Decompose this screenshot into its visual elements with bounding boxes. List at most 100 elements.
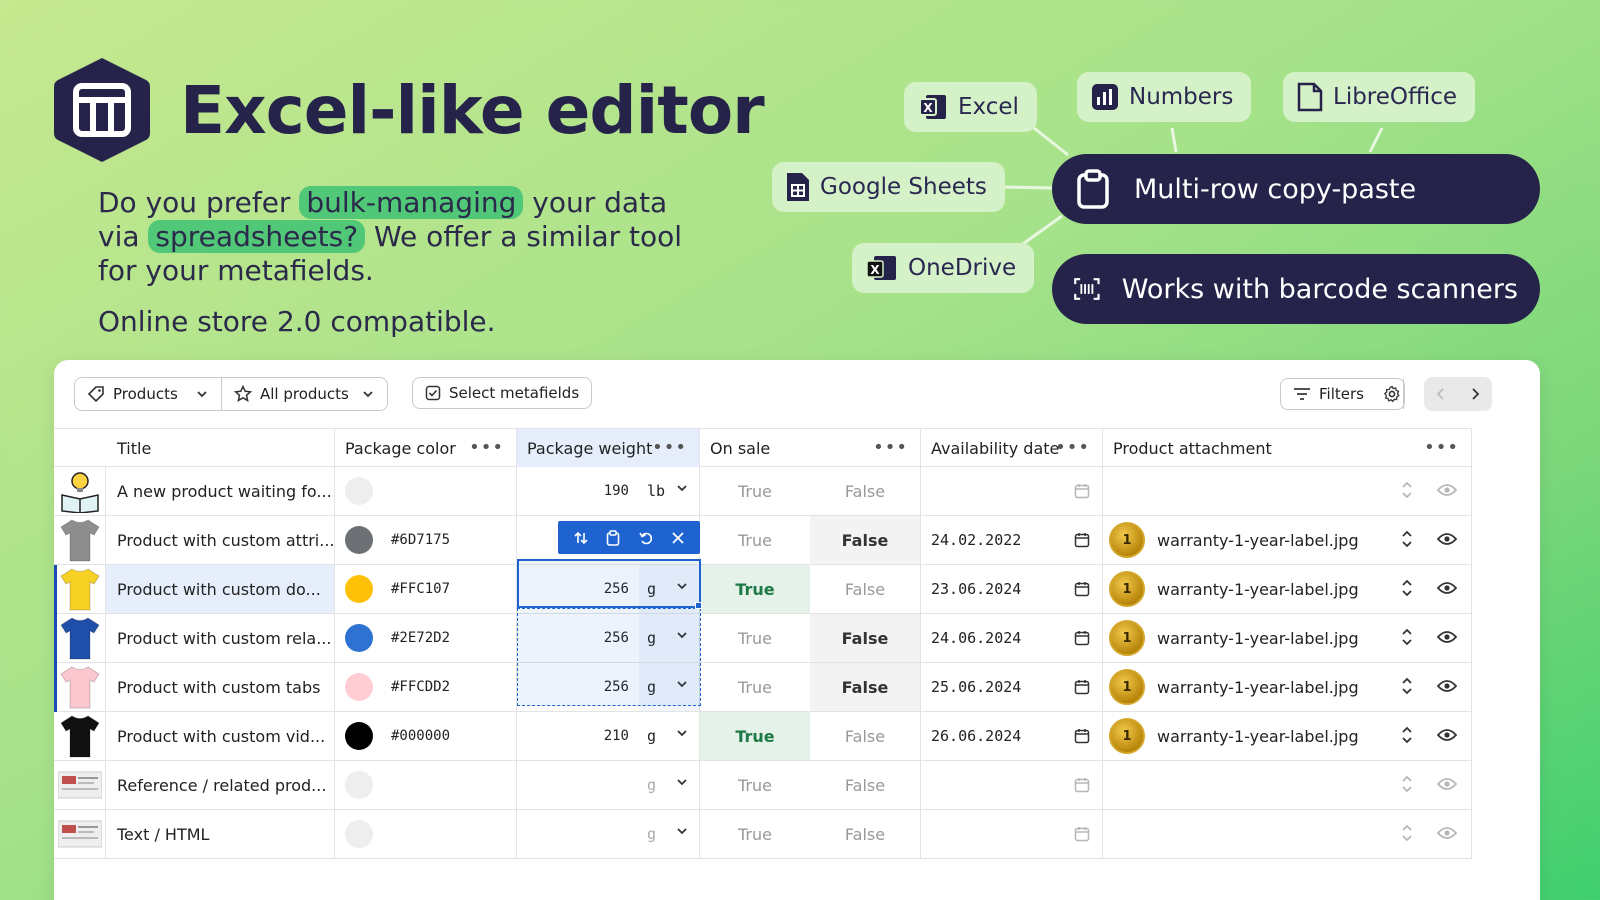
- weight-cell[interactable]: g: [517, 810, 700, 858]
- sale-true-option[interactable]: True: [700, 565, 810, 613]
- eye-icon[interactable]: [1437, 826, 1457, 840]
- date-cell[interactable]: 25.06.2024: [921, 663, 1103, 711]
- weight-cell[interactable]: g: [517, 761, 700, 809]
- col-package-weight[interactable]: Package weight •••: [517, 429, 700, 467]
- sale-true-option[interactable]: True: [700, 614, 810, 662]
- weight-cell[interactable]: 190 lb: [517, 467, 700, 515]
- eye-icon[interactable]: [1437, 581, 1457, 595]
- sale-true-option[interactable]: True: [700, 467, 810, 515]
- resource-dropdown[interactable]: Products: [75, 378, 221, 410]
- table-row[interactable]: Product with custom vid... #000000 210 g Tru…: [54, 712, 1472, 761]
- select-arrows-icon[interactable]: [1401, 824, 1413, 842]
- table-row[interactable]: Product with custom do... #FFC107 256 g True…: [54, 565, 1472, 614]
- date-cell[interactable]: [921, 467, 1103, 515]
- table-row[interactable]: Text / HTML g True False: [54, 810, 1472, 859]
- color-cell[interactable]: [335, 467, 517, 515]
- unit-dropdown[interactable]: g: [639, 761, 700, 809]
- select-arrows-icon[interactable]: [1401, 775, 1413, 793]
- calendar-icon[interactable]: [1074, 483, 1090, 499]
- undo-icon[interactable]: [638, 530, 654, 546]
- calendar-icon[interactable]: [1074, 581, 1090, 597]
- date-cell[interactable]: 26.06.2024: [921, 712, 1103, 760]
- sale-false-option[interactable]: False: [810, 761, 921, 809]
- more-icon[interactable]: •••: [1424, 437, 1459, 458]
- col-product-attachment[interactable]: Product attachment •••: [1103, 429, 1472, 467]
- attachment-cell[interactable]: 1 warranty-1-year-label.jpg: [1103, 565, 1472, 613]
- table-row[interactable]: Product with custom attri... #6D7175 True F…: [54, 516, 1472, 565]
- collection-dropdown[interactable]: All products: [222, 378, 387, 410]
- next-page-button[interactable]: [1458, 377, 1492, 411]
- color-cell[interactable]: [335, 810, 517, 858]
- title-cell[interactable]: Product with custom do...: [106, 565, 335, 613]
- clipboard-icon[interactable]: [606, 529, 620, 546]
- color-cell[interactable]: #000000: [335, 712, 517, 760]
- color-swatch[interactable]: [345, 722, 373, 750]
- select-arrows-icon[interactable]: [1401, 579, 1413, 597]
- select-arrows-icon[interactable]: [1401, 481, 1413, 499]
- title-cell[interactable]: Reference / related prod...: [106, 761, 335, 809]
- prev-page-button[interactable]: [1424, 377, 1458, 411]
- sale-false-option[interactable]: False: [810, 516, 921, 564]
- sale-false-option[interactable]: False: [810, 810, 921, 858]
- sale-true-option[interactable]: True: [700, 712, 810, 760]
- unit-dropdown[interactable]: g: [639, 810, 700, 858]
- sale-true-option[interactable]: True: [700, 761, 810, 809]
- table-row[interactable]: Product with custom tabs #FFCDD2 256 g True F…: [54, 663, 1472, 712]
- title-cell[interactable]: A new product waiting fo...: [106, 467, 335, 515]
- unit-dropdown[interactable]: g: [639, 712, 700, 760]
- eye-icon[interactable]: [1437, 483, 1457, 497]
- date-cell[interactable]: 24.06.2024: [921, 614, 1103, 662]
- color-swatch[interactable]: [345, 820, 373, 848]
- title-cell[interactable]: Product with custom attri...: [106, 516, 335, 564]
- calendar-icon[interactable]: [1074, 679, 1090, 695]
- close-icon[interactable]: [671, 531, 685, 545]
- weight-cell[interactable]: 210 g: [517, 712, 700, 760]
- calendar-icon[interactable]: [1074, 826, 1090, 842]
- date-cell[interactable]: 24.02.2022: [921, 516, 1103, 564]
- title-cell[interactable]: Product with custom vid...: [106, 712, 335, 760]
- fill-handle[interactable]: [695, 602, 702, 609]
- color-swatch[interactable]: [345, 673, 373, 701]
- color-swatch[interactable]: [345, 477, 373, 505]
- select-arrows-icon[interactable]: [1401, 530, 1413, 548]
- eye-icon[interactable]: [1437, 532, 1457, 546]
- color-cell[interactable]: #6D7175: [335, 516, 517, 564]
- color-cell[interactable]: #FFCDD2: [335, 663, 517, 711]
- select-arrows-icon[interactable]: [1401, 628, 1413, 646]
- table-row[interactable]: Reference / related prod... g True False: [54, 761, 1472, 810]
- eye-icon[interactable]: [1437, 728, 1457, 742]
- sale-false-option[interactable]: False: [810, 565, 921, 613]
- attachment-cell[interactable]: [1103, 467, 1472, 515]
- sale-true-option[interactable]: True: [700, 810, 810, 858]
- attachment-cell[interactable]: 1 warranty-1-year-label.jpg: [1103, 712, 1472, 760]
- color-cell[interactable]: #FFC107: [335, 565, 517, 613]
- table-row[interactable]: A new product waiting fo... 190 lb True Fals…: [54, 467, 1472, 516]
- color-cell[interactable]: #2E72D2: [335, 614, 517, 662]
- eye-icon[interactable]: [1437, 679, 1457, 693]
- date-cell[interactable]: [921, 761, 1103, 809]
- eye-icon[interactable]: [1437, 630, 1457, 644]
- sale-false-option[interactable]: False: [810, 663, 921, 711]
- col-availability-date[interactable]: Availability date •••: [921, 429, 1103, 467]
- title-cell[interactable]: Product with custom tabs: [106, 663, 335, 711]
- attachment-cell[interactable]: 1 warranty-1-year-label.jpg: [1103, 663, 1472, 711]
- eye-icon[interactable]: [1437, 777, 1457, 791]
- title-cell[interactable]: Product with custom rela...: [106, 614, 335, 662]
- attachment-cell[interactable]: [1103, 761, 1472, 809]
- more-icon[interactable]: •••: [873, 437, 908, 458]
- swap-vertical-icon[interactable]: [573, 530, 589, 546]
- table-row[interactable]: Product with custom rela... #2E72D2 256 g Tr…: [54, 614, 1472, 663]
- attachment-cell[interactable]: 1 warranty-1-year-label.jpg: [1103, 516, 1472, 564]
- more-icon[interactable]: •••: [652, 437, 687, 458]
- attachment-cell[interactable]: 1 warranty-1-year-label.jpg: [1103, 614, 1472, 662]
- more-icon[interactable]: •••: [469, 437, 504, 458]
- sale-false-option[interactable]: False: [810, 467, 921, 515]
- color-swatch[interactable]: [345, 526, 373, 554]
- select-metafields-button[interactable]: Select metafields: [412, 377, 593, 409]
- select-arrows-icon[interactable]: [1401, 726, 1413, 744]
- calendar-icon[interactable]: [1074, 728, 1090, 744]
- select-arrows-icon[interactable]: [1401, 677, 1413, 695]
- color-swatch[interactable]: [345, 575, 373, 603]
- color-swatch[interactable]: [345, 624, 373, 652]
- sale-true-option[interactable]: True: [700, 663, 810, 711]
